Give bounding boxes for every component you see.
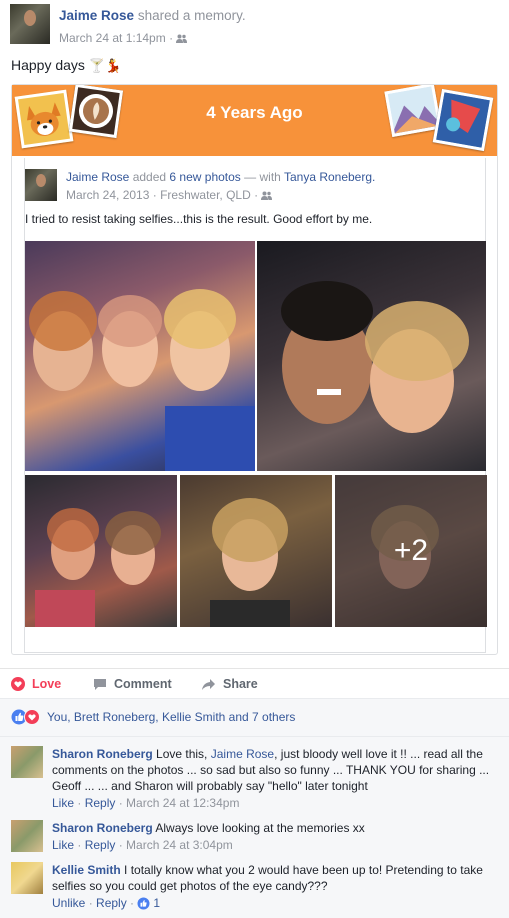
memory-banner: 4 Years Ago bbox=[12, 85, 497, 156]
tagged-friend-link[interactable]: Tanya Roneberg. bbox=[284, 170, 375, 184]
comment-text: Kellie Smith I totally know what you 2 w… bbox=[52, 862, 501, 894]
comment-label: Comment bbox=[114, 677, 172, 691]
comment-item: Kellie Smith I totally know what you 2 w… bbox=[11, 862, 501, 911]
inner-post-body: I tried to resist taking selfies...this … bbox=[25, 212, 373, 226]
shapes-icon bbox=[436, 92, 490, 148]
inner-with-text: — with bbox=[244, 170, 281, 184]
commenter-avatar[interactable] bbox=[11, 862, 43, 894]
author-avatar[interactable] bbox=[10, 4, 50, 44]
photo-2-image bbox=[281, 281, 469, 433]
comment-item: Sharon Roneberg Always love looking at t… bbox=[11, 820, 501, 853]
comment-time[interactable]: March 24 at 3:04pm bbox=[126, 838, 233, 852]
photo-1-image bbox=[29, 289, 255, 471]
comment-time[interactable]: March 24 at 12:34pm bbox=[126, 796, 239, 810]
landscape-sticker bbox=[384, 85, 442, 137]
inner-author-name[interactable]: Jaime Rose bbox=[66, 170, 129, 184]
action-bar: Love Comment Share bbox=[0, 668, 509, 698]
like-comment-link[interactable]: Like bbox=[52, 796, 74, 810]
comment-author[interactable]: Sharon Roneberg bbox=[52, 821, 153, 835]
post-action-text: shared a memory. bbox=[137, 8, 246, 23]
new-photos-link[interactable]: 6 new photos bbox=[169, 170, 240, 184]
comment-text-part: Always love looking at the memories xx bbox=[155, 821, 365, 835]
inner-post-header: Jaime Rose added 6 new photos — with Tan… bbox=[25, 169, 375, 202]
share-label: Share bbox=[223, 677, 258, 691]
inner-author-avatar[interactable] bbox=[25, 169, 57, 201]
reply-comment-link[interactable]: Reply bbox=[85, 838, 116, 852]
comment-icon bbox=[94, 678, 106, 690]
author-name[interactable]: Jaime Rose bbox=[59, 8, 134, 23]
reply-comment-link[interactable]: Reply bbox=[96, 895, 127, 911]
comment-meta: Unlike · Reply · 1 bbox=[52, 895, 161, 911]
photo-1[interactable] bbox=[25, 241, 255, 471]
separator: · bbox=[169, 31, 174, 45]
like-count[interactable]: 1 bbox=[153, 895, 160, 911]
abstract-sticker bbox=[432, 88, 494, 152]
comment-button[interactable]: Comment bbox=[93, 669, 172, 699]
status-text: Happy days 🍸💃 bbox=[11, 57, 121, 74]
separator: · bbox=[254, 188, 259, 202]
friends-icon[interactable] bbox=[176, 34, 188, 44]
commenter-avatar[interactable] bbox=[11, 746, 43, 778]
post-timestamp[interactable]: March 24 at 1:14pm bbox=[59, 31, 166, 45]
inner-added-text: added bbox=[132, 170, 167, 184]
status-message: Happy days bbox=[11, 57, 85, 73]
like-comment-link[interactable]: Like bbox=[52, 838, 74, 852]
photo-4[interactable] bbox=[180, 475, 332, 627]
reply-comment-link[interactable]: Reply bbox=[85, 796, 116, 810]
inner-post-date[interactable]: March 24, 2013 bbox=[66, 188, 149, 202]
mention-link[interactable]: Jaime Rose bbox=[211, 747, 274, 761]
divider bbox=[0, 736, 509, 737]
share-button[interactable]: Share bbox=[201, 669, 258, 699]
comment-text: Sharon Roneberg Love this, Jaime Rose, j… bbox=[52, 746, 501, 794]
like-love-reaction-icons bbox=[11, 709, 40, 725]
separator: · bbox=[152, 188, 157, 202]
comment-meta: Like · Reply · March 24 at 12:34pm bbox=[52, 796, 240, 810]
photo-3[interactable] bbox=[25, 475, 177, 627]
comment-item: Sharon Roneberg Love this, Jaime Rose, j… bbox=[11, 746, 501, 811]
love-button[interactable]: Love bbox=[11, 669, 61, 699]
comment-meta: Like · Reply · March 24 at 3:04pm bbox=[52, 838, 233, 852]
mountains-icon bbox=[387, 86, 439, 134]
unlike-comment-link[interactable]: Unlike bbox=[52, 895, 85, 911]
commenter-avatar[interactable] bbox=[11, 820, 43, 852]
photo-3-image bbox=[35, 508, 161, 627]
photo-2[interactable] bbox=[257, 241, 486, 471]
comment-author[interactable]: Kellie Smith bbox=[52, 863, 121, 877]
reactions-summary[interactable]: You, Brett Roneberg, Kellie Smith and 7 … bbox=[11, 709, 295, 725]
comment-text-part: Love this, bbox=[156, 747, 208, 761]
status-emoji: 🍸💃 bbox=[88, 58, 122, 73]
reactions-summary-text[interactable]: You, Brett Roneberg, Kellie Smith and 7 … bbox=[47, 710, 295, 724]
more-photos-overlay[interactable]: +2 bbox=[335, 475, 487, 627]
memory-card[interactable]: 4 Years Ago Jaime Rose added 6 new photo… bbox=[11, 84, 498, 655]
photo-5[interactable]: +2 bbox=[335, 475, 487, 627]
post-header: Jaime Rose shared a memory. March 24 at … bbox=[10, 4, 246, 46]
photo-4-image bbox=[210, 498, 290, 627]
like-count-icon bbox=[137, 897, 150, 909]
share-arrow-icon bbox=[202, 678, 215, 690]
comments-section: You, Brett Roneberg, Kellie Smith and 7 … bbox=[0, 698, 509, 918]
comment-text: Sharon Roneberg Always love looking at t… bbox=[52, 820, 365, 836]
shared-original-post: Jaime Rose added 6 new photos — with Tan… bbox=[24, 158, 487, 653]
love-reaction-icon bbox=[11, 677, 25, 691]
friends-icon[interactable] bbox=[261, 191, 273, 201]
inner-post-location[interactable]: Freshwater, QLD bbox=[160, 188, 251, 202]
comment-author[interactable]: Sharon Roneberg bbox=[52, 747, 153, 761]
love-label: Love bbox=[32, 677, 62, 691]
